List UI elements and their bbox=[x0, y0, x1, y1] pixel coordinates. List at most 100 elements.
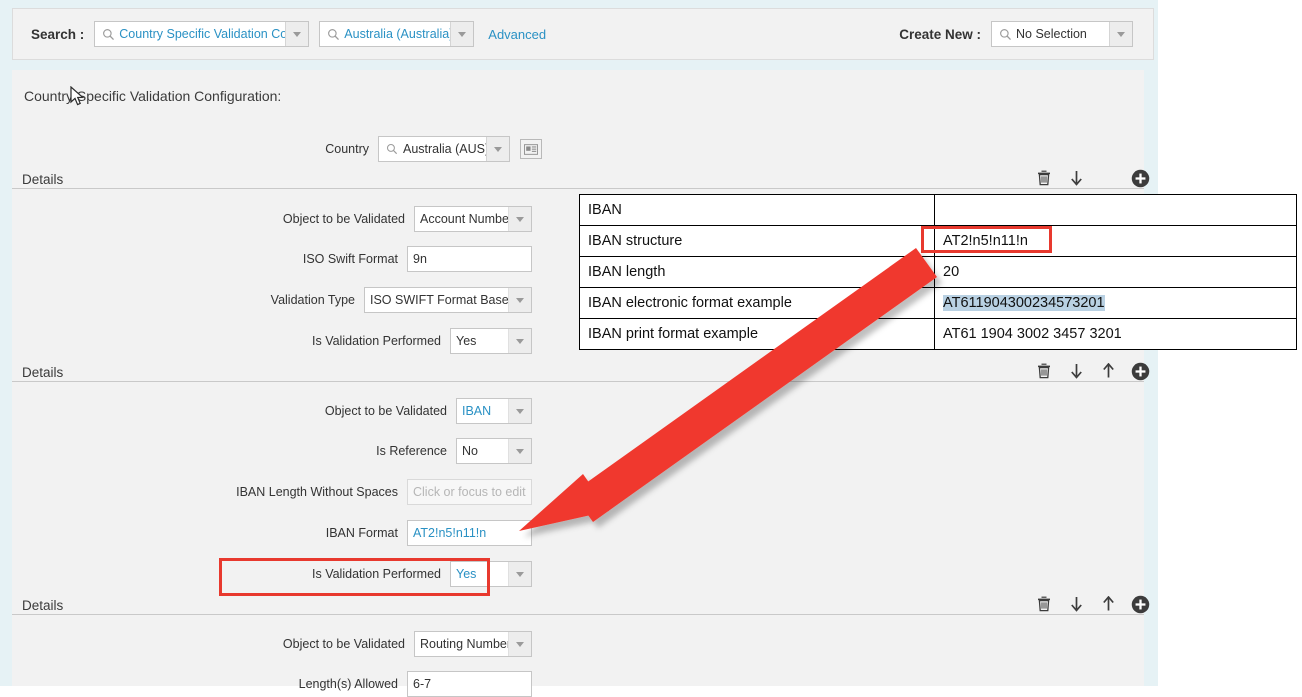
iban-structure-label: IBAN structure bbox=[579, 225, 935, 257]
chevron-down-icon[interactable] bbox=[486, 137, 509, 161]
iban-reference-table: IBAN IBAN structure AT2!n5!n11!n IBAN le… bbox=[579, 194, 1297, 350]
field-label: Is Validation Performed bbox=[312, 567, 441, 581]
search-country-lov-value: Australia (Australia) bbox=[344, 27, 451, 41]
contact-card-icon[interactable] bbox=[520, 139, 542, 159]
field-label: Is Reference bbox=[376, 444, 447, 458]
field-value: Routing Number bbox=[420, 637, 508, 651]
is-validation-performed-select-2[interactable]: Yes bbox=[450, 561, 532, 587]
field-value: Account Number bbox=[420, 212, 508, 226]
country-lov[interactable]: Australia (AUS) bbox=[378, 136, 510, 162]
object-to-be-validated-select-2[interactable]: IBAN bbox=[456, 398, 532, 424]
chevron-down-icon[interactable] bbox=[1109, 22, 1132, 46]
iso-swift-format-input[interactable]: 9n bbox=[407, 246, 532, 272]
arrow-down-icon[interactable] bbox=[1066, 594, 1086, 614]
chevron-down-icon[interactable] bbox=[508, 207, 531, 231]
highlighted-value: AT611904300234573201 bbox=[943, 295, 1105, 311]
iban-electronic-format-label: IBAN electronic format example bbox=[579, 287, 935, 319]
country-lov-value: Australia (AUS) bbox=[403, 142, 486, 156]
field-label: Object to be Validated bbox=[282, 637, 405, 651]
iban-format-input[interactable]: AT2!n5!n11!n bbox=[407, 520, 532, 546]
field-row-is-reference: Is Reference No bbox=[12, 438, 532, 464]
iban-print-format-value: AT61 1904 3002 3457 3201 bbox=[934, 318, 1297, 350]
table-row: IBAN length 20 bbox=[579, 256, 1297, 288]
iban-length-value: 20 bbox=[934, 256, 1297, 288]
field-value: IBAN bbox=[462, 404, 492, 418]
plus-circle-icon[interactable] bbox=[1130, 594, 1150, 614]
table-row: IBAN structure AT2!n5!n11!n bbox=[579, 225, 1297, 257]
validation-type-select[interactable]: ISO SWIFT Format Based bbox=[364, 287, 532, 313]
field-row-iso-swift-format: ISO Swift Format 9n bbox=[12, 246, 532, 272]
content-panel: Country Specific Validation Configuratio… bbox=[12, 70, 1149, 697]
field-label: Object to be Validated bbox=[282, 212, 405, 226]
field-row-iban-length-without-spaces: IBAN Length Without Spaces Click or focu… bbox=[12, 479, 532, 505]
arrow-down-icon[interactable] bbox=[1066, 361, 1086, 381]
field-label: Validation Type bbox=[270, 293, 355, 307]
field-row-is-validation-performed-2: Is Validation Performed Yes bbox=[12, 561, 532, 587]
search-icon bbox=[324, 25, 342, 43]
lengths-allowed-input[interactable]: 6-7 bbox=[407, 671, 532, 697]
arrow-down-icon[interactable] bbox=[1066, 168, 1086, 188]
search-country-lov[interactable]: Australia (Australia) bbox=[319, 21, 475, 47]
field-value: ISO SWIFT Format Based bbox=[370, 293, 508, 307]
trash-icon[interactable] bbox=[1034, 361, 1054, 381]
iban-length-label: IBAN length bbox=[579, 256, 935, 288]
iban-structure-value: AT2!n5!n11!n bbox=[934, 225, 1297, 257]
iban-table-title-blank bbox=[934, 194, 1297, 226]
details-section-label-1: Details bbox=[22, 172, 64, 187]
details-divider-2 bbox=[12, 381, 1144, 382]
create-new-lov-value: No Selection bbox=[1016, 27, 1087, 41]
details-section-label-3: Details bbox=[22, 598, 64, 613]
trash-icon[interactable] bbox=[1034, 594, 1054, 614]
is-reference-select[interactable]: No bbox=[456, 438, 532, 464]
details-toolbar-1 bbox=[1034, 168, 1150, 188]
plus-circle-icon[interactable] bbox=[1130, 361, 1150, 381]
chevron-down-icon[interactable] bbox=[508, 562, 531, 586]
country-field-row: Country Australia (AUS) bbox=[12, 136, 542, 162]
plus-circle-icon[interactable] bbox=[1130, 168, 1150, 188]
country-label: Country bbox=[325, 142, 369, 156]
chevron-down-icon[interactable] bbox=[508, 439, 531, 463]
chevron-down-icon[interactable] bbox=[508, 329, 531, 353]
chevron-down-icon[interactable] bbox=[508, 632, 531, 656]
search-icon bbox=[99, 25, 117, 43]
chevron-down-icon[interactable] bbox=[450, 22, 474, 46]
field-row-object-to-be-validated-3: Object to be Validated Routing Number bbox=[12, 631, 532, 657]
arrow-up-icon[interactable] bbox=[1098, 361, 1118, 381]
field-row-object-to-be-validated-2: Object to be Validated IBAN bbox=[12, 398, 532, 424]
chevron-down-icon[interactable] bbox=[508, 288, 531, 312]
field-row-object-to-be-validated-1: Object to be Validated Account Number bbox=[12, 206, 532, 232]
chevron-down-icon[interactable] bbox=[508, 399, 531, 423]
is-validation-performed-select-1[interactable]: Yes bbox=[450, 328, 532, 354]
field-value: No bbox=[462, 444, 478, 458]
table-row: IBAN print format example AT61 1904 3002… bbox=[579, 318, 1297, 350]
details-toolbar-3 bbox=[1034, 594, 1150, 614]
details-toolbar-2 bbox=[1034, 361, 1150, 381]
details-divider-1 bbox=[12, 188, 1144, 189]
field-row-validation-type: Validation Type ISO SWIFT Format Based bbox=[12, 287, 532, 313]
create-new-lov[interactable]: No Selection bbox=[991, 21, 1133, 47]
advanced-search-link[interactable]: Advanced bbox=[488, 27, 546, 42]
field-value: Yes bbox=[456, 334, 477, 348]
search-icon bbox=[996, 25, 1014, 43]
table-row: IBAN bbox=[579, 194, 1297, 226]
page-title: Country Specific Validation Configuratio… bbox=[24, 88, 282, 104]
field-label: IBAN Format bbox=[325, 526, 398, 540]
details-section-label-2: Details bbox=[22, 365, 64, 380]
iban-length-without-spaces-input[interactable]: Click or focus to edit bbox=[407, 479, 532, 505]
search-label: Search : bbox=[31, 26, 85, 42]
field-row-is-validation-performed-1: Is Validation Performed Yes bbox=[12, 328, 532, 354]
mouse-cursor bbox=[70, 86, 85, 106]
object-to-be-validated-select-3[interactable]: Routing Number bbox=[414, 631, 532, 657]
toolbar-spacer bbox=[1098, 168, 1118, 188]
field-value: Yes bbox=[456, 567, 477, 581]
chevron-down-icon[interactable] bbox=[285, 22, 309, 46]
object-to-be-validated-select-1[interactable]: Account Number bbox=[414, 206, 532, 232]
trash-icon[interactable] bbox=[1034, 168, 1054, 188]
search-icon bbox=[383, 140, 401, 158]
field-label: Object to be Validated bbox=[324, 404, 447, 418]
arrow-up-icon[interactable] bbox=[1098, 594, 1118, 614]
field-row-lengths-allowed: Length(s) Allowed 6-7 bbox=[12, 671, 532, 697]
field-row-iban-format: IBAN Format AT2!n5!n11!n bbox=[12, 520, 532, 546]
search-object-lov[interactable]: Country Specific Validation Co... bbox=[94, 21, 310, 47]
create-new-group: Create New : No Selection bbox=[899, 21, 1133, 47]
